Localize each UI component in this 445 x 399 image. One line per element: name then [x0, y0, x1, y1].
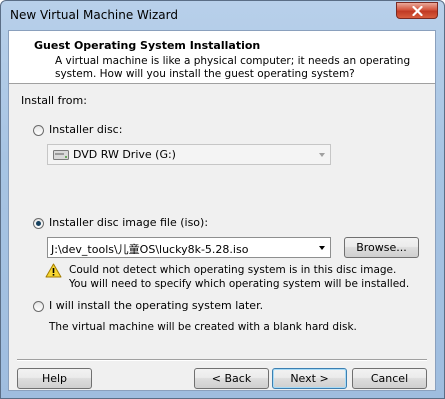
- install-later-radio[interactable]: [33, 301, 44, 312]
- install-later-label[interactable]: I will install the operating system late…: [49, 299, 263, 312]
- wizard-header: Guest Operating System Installation A vi…: [9, 31, 435, 84]
- title-bar[interactable]: New Virtual Machine Wizard: [1, 1, 444, 27]
- chevron-down-icon: [319, 153, 325, 157]
- warning-line-1: Could not detect which operating system …: [69, 264, 397, 276]
- installer-disc-radio[interactable]: [33, 125, 44, 136]
- close-icon: [412, 6, 423, 16]
- dvd-drive-icon: [53, 150, 69, 160]
- installer-iso-label[interactable]: Installer disc image file (iso):: [49, 216, 208, 229]
- page-description: A virtual machine is like a physical com…: [55, 55, 411, 80]
- drive-select[interactable]: DVD RW Drive (G:): [47, 144, 331, 165]
- back-button[interactable]: < Back: [194, 368, 269, 389]
- footer-divider: [17, 359, 427, 361]
- wizard-content: Guest Operating System Installation A vi…: [8, 30, 436, 391]
- help-button[interactable]: Help: [17, 368, 92, 389]
- install-from-label: Install from:: [21, 94, 87, 107]
- cancel-button[interactable]: Cancel: [352, 368, 427, 389]
- warning-message: Could not detect which operating system …: [69, 263, 409, 291]
- warning-icon: [45, 263, 62, 278]
- window-title: New Virtual Machine Wizard: [10, 8, 178, 22]
- chevron-down-icon[interactable]: [319, 246, 325, 250]
- iso-path-combo[interactable]: J:\dev_tools\儿童OS\lucky8k-5.28.iso: [47, 237, 331, 258]
- iso-path-value[interactable]: J:\dev_tools\儿童OS\lucky8k-5.28.iso: [51, 241, 248, 257]
- install-later-description: The virtual machine will be created with…: [49, 321, 357, 333]
- installer-iso-radio[interactable]: [33, 218, 44, 229]
- wizard-window: New Virtual Machine Wizard Guest Operati…: [0, 0, 445, 399]
- drive-select-value: DVD RW Drive (G:): [73, 148, 176, 161]
- close-button[interactable]: [396, 2, 438, 19]
- installer-disc-label[interactable]: Installer disc:: [49, 123, 122, 136]
- warning-line-2: You will need to specify which operating…: [69, 278, 410, 290]
- next-button[interactable]: Next >: [272, 368, 347, 389]
- page-title: Guest Operating System Installation: [34, 39, 261, 52]
- browse-button[interactable]: Browse...: [344, 237, 419, 258]
